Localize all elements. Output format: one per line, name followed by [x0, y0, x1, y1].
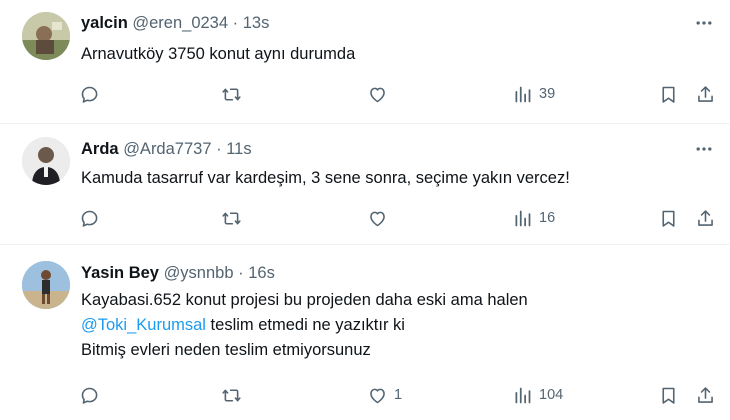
separator-dot: ·: [232, 14, 239, 32]
author-handle[interactable]: @Arda7737: [123, 140, 211, 158]
more-options-button[interactable]: [694, 13, 714, 33]
share-icon: [698, 386, 713, 403]
tweet-text-line: Bitmiş evleri neden teslim etmiyorsunuz: [81, 341, 371, 359]
like-button[interactable]: 1: [367, 383, 402, 407]
mention-link[interactable]: @Toki_Kurumsal: [81, 316, 206, 334]
bookmark-button[interactable]: [658, 206, 679, 230]
retweet-button[interactable]: [221, 206, 242, 230]
tweet-text-line: Kamuda tasarruf var kardeşim, 3 sene son…: [81, 169, 570, 187]
separator-dot: ·: [238, 264, 244, 282]
more-icon: [696, 21, 712, 25]
share-button[interactable]: [695, 383, 716, 407]
retweet-icon: [222, 388, 241, 402]
like-button[interactable]: [367, 82, 394, 106]
tweet-feed: yalcin @eren_0234 · 13s Arnavutköy 3750 …: [0, 0, 730, 420]
tweet-header: yalcin @eren_0234 · 13s: [81, 12, 269, 34]
author-name[interactable]: Yasin Bey: [81, 264, 159, 282]
timestamp[interactable]: 16s: [248, 264, 275, 282]
action-bar: 39: [0, 82, 730, 106]
reply-icon: [81, 210, 98, 227]
timestamp[interactable]: 11s: [226, 140, 251, 158]
tweet-text-line: @Toki_Kurumsal teslim etmedi ne yazıktır…: [81, 313, 528, 338]
more-options-button[interactable]: [694, 139, 714, 159]
tweet-text-line: Arnavutköy 3750 konut aynı durumda: [81, 45, 356, 63]
views-button[interactable]: 39: [512, 82, 555, 106]
reply-button[interactable]: [79, 383, 100, 407]
reply-icon: [81, 86, 98, 103]
views-count: 16: [539, 210, 556, 226]
author-name[interactable]: yalcin: [81, 14, 128, 32]
tweet-text: Kayabasi.652 konut projesi bu projeden d…: [81, 288, 528, 363]
action-bar: 1 104: [0, 383, 730, 407]
avatar[interactable]: [22, 12, 70, 60]
like-icon: [370, 388, 385, 403]
more-icon: [696, 147, 712, 151]
retweet-button[interactable]: [221, 383, 242, 407]
tweet-header: Yasin Bey @ysnnbb · 16s: [81, 262, 275, 284]
bookmark-button[interactable]: [658, 82, 679, 106]
bookmark-icon: [662, 86, 675, 103]
author-name[interactable]: Arda: [81, 140, 119, 158]
like-icon: [370, 87, 385, 102]
views-button[interactable]: 104: [512, 383, 563, 407]
share-icon: [698, 85, 713, 102]
retweet-icon: [222, 211, 241, 225]
reply-button[interactable]: [79, 82, 100, 106]
like-count: 1: [394, 387, 403, 403]
views-icon: [515, 86, 531, 102]
views-count: 104: [539, 387, 564, 403]
like-icon: [370, 211, 385, 226]
separator-dot: ·: [216, 140, 222, 158]
like-button[interactable]: [367, 206, 394, 230]
tweet[interactable]: Yasin Bey @ysnnbb · 16s Kayabasi.652 kon…: [0, 245, 730, 420]
tweet[interactable]: Arda @Arda7737 · 11s Kamuda tasarruf var…: [0, 124, 730, 245]
tweet[interactable]: yalcin @eren_0234 · 13s Arnavutköy 3750 …: [0, 0, 730, 124]
views-button[interactable]: 16: [512, 206, 555, 230]
tweet-text: Kamuda tasarruf var kardeşim, 3 sene son…: [81, 166, 570, 191]
views-icon: [515, 387, 531, 403]
tweet-text-segment: teslim etmedi ne yazıktır ki: [205, 316, 405, 334]
views-count: 39: [539, 86, 556, 102]
reply-button[interactable]: [79, 206, 100, 230]
retweet-icon: [222, 87, 241, 101]
views-icon: [515, 210, 531, 226]
action-bar: 16: [0, 206, 730, 230]
reply-icon: [81, 387, 98, 404]
tweet-text: Arnavutköy 3750 konut aynı durumda: [81, 42, 355, 67]
tweet-header: Arda @Arda7737 · 11s: [81, 138, 252, 160]
author-handle[interactable]: @ysnnbb: [164, 264, 234, 282]
avatar[interactable]: [22, 261, 70, 309]
avatar[interactable]: [22, 137, 70, 185]
retweet-button[interactable]: [221, 82, 242, 106]
bookmark-button[interactable]: [658, 383, 679, 407]
bookmark-icon: [662, 387, 675, 404]
bookmark-icon: [662, 210, 675, 227]
timestamp[interactable]: 13s: [243, 14, 270, 32]
share-button[interactable]: [695, 206, 716, 230]
author-handle[interactable]: @eren_0234: [132, 14, 228, 32]
share-icon: [698, 209, 713, 226]
tweet-text-line: Kayabasi.652 konut projesi bu projeden d…: [81, 291, 528, 309]
share-button[interactable]: [695, 82, 716, 106]
